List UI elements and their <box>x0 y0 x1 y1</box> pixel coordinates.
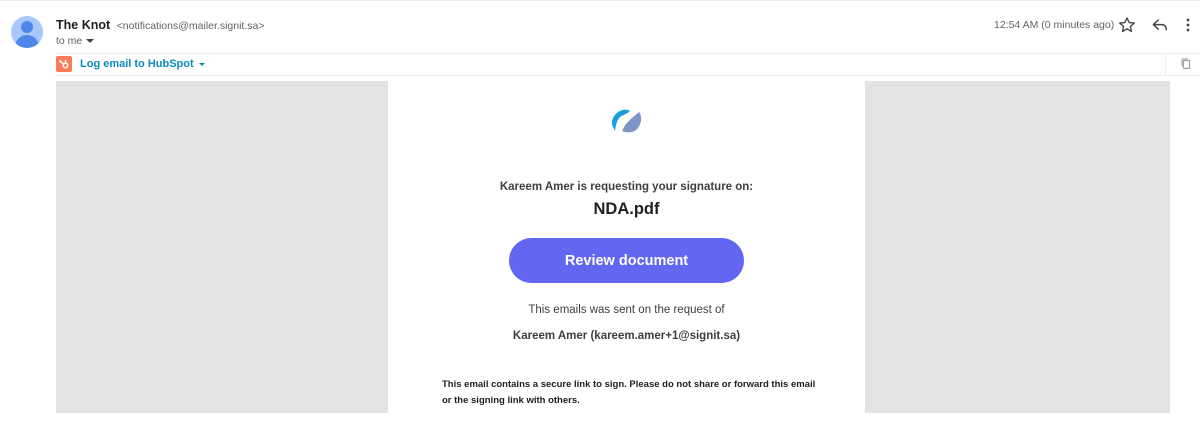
chevron-down-icon <box>198 62 205 66</box>
requester-identity: Kareem Amer (kareem.amer+1@signit.sa) <box>512 330 741 342</box>
security-notice: This email contains a secure link to sig… <box>442 379 816 406</box>
reply-icon[interactable] <box>1150 15 1170 35</box>
star-icon[interactable] <box>1117 15 1137 35</box>
copy-icon[interactable] <box>1179 57 1193 71</box>
sent-on-request-text: This emails was sent on the request of <box>528 304 725 316</box>
hubspot-logo-icon <box>56 56 72 72</box>
log-email-to-hubspot-button[interactable]: Log email to HubSpot <box>80 58 205 70</box>
hubspot-divider <box>1165 54 1166 75</box>
signit-logo-icon <box>611 109 642 133</box>
sender-avatar[interactable] <box>11 16 43 48</box>
avatar-head-shape <box>21 21 33 33</box>
sender-name[interactable]: The Knot <box>56 18 110 32</box>
hubspot-label: Log email to HubSpot <box>80 58 194 70</box>
message-timestamp: 12:54 AM (0 minutes ago) <box>994 19 1115 31</box>
document-name: NDA.pdf <box>593 200 660 218</box>
sender-email: <notifications@mailer.signit.sa> <box>116 20 265 32</box>
header-divider <box>0 0 1200 1</box>
recipient-details-toggle[interactable]: to me <box>56 35 95 47</box>
more-vertical-icon[interactable] <box>1178 15 1198 35</box>
sender: The Knot <notifications@mailer.signit.sa… <box>56 18 264 32</box>
review-document-button[interactable]: Review document <box>509 238 744 283</box>
chevron-down-icon <box>86 39 95 43</box>
hubspot-bar: Log email to HubSpot <box>55 53 1200 76</box>
recipient-label: to me <box>56 35 83 47</box>
signature-request-text: Kareem Amer is requesting your signature… <box>499 181 754 193</box>
avatar-body-shape <box>15 35 39 48</box>
